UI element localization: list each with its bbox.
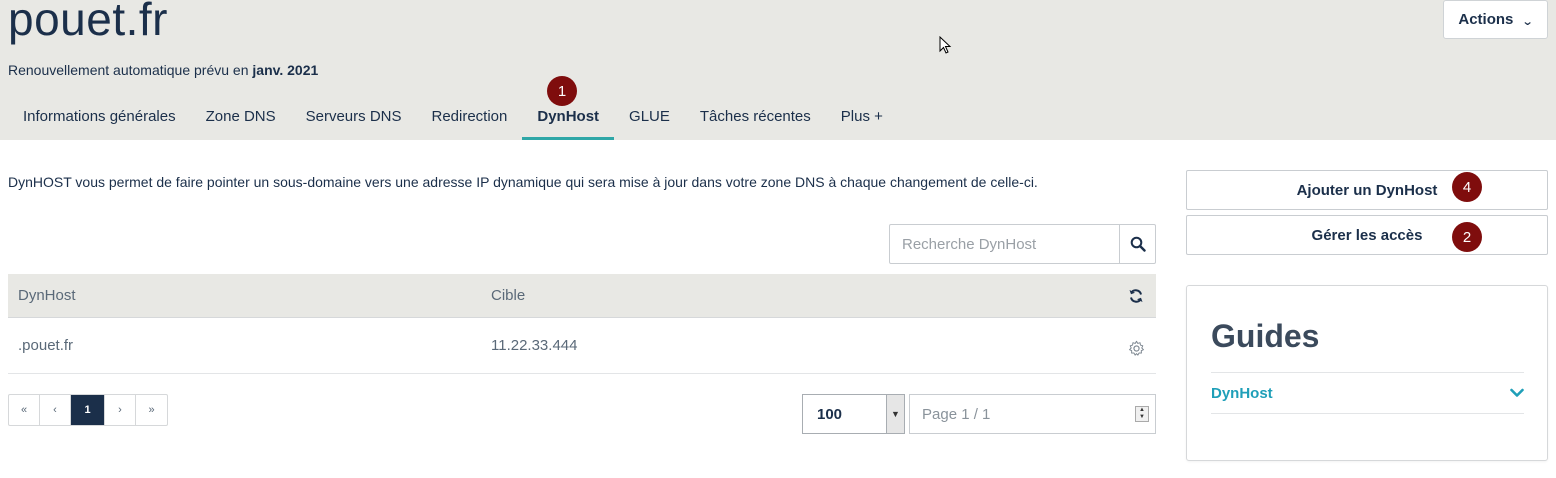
table-header: DynHost Cible [8,274,1156,318]
stepper-down-icon: ▼ [1139,414,1145,420]
tab-more[interactable]: Plus + [826,92,898,140]
add-dynhost-button[interactable]: Ajouter un DynHost [1186,170,1548,210]
items-per-page-select[interactable]: 100 ▼ [802,394,905,434]
pagination-prev[interactable]: ‹ [40,395,71,425]
dropdown-arrow-icon: ▼ [886,395,904,433]
page-stepper-icon[interactable]: ▲ ▼ [1135,406,1149,422]
guides-title: Guides [1211,318,1320,354]
guides-panel: Guides DynHost [1186,285,1548,461]
refresh-icon [1129,288,1143,303]
search-input[interactable] [890,225,1119,263]
cell-dynhost: .pouet.fr [18,337,74,354]
step-badge-1: 1 [547,76,577,106]
step-badge-2: 2 [1452,222,1482,252]
pagination-first[interactable]: « [9,395,40,425]
page-title: pouet.fr [8,0,168,45]
divider [1211,372,1524,373]
table-row: .pouet.fr 11.22.33.444 [8,318,1156,374]
dynhost-table: DynHost Cible .pouet.fr 11.22.33.444 [8,274,1156,374]
column-header-cible[interactable]: Cible [491,287,1116,304]
tab-redirection[interactable]: Redirection [416,92,522,140]
actions-button[interactable]: Actions ⌄ [1443,0,1548,39]
pagination: « ‹ 1 › » [8,394,168,426]
chevron-down-icon [1510,388,1524,397]
items-per-page-value: 100 [817,405,843,423]
guide-item-label: DynHost [1211,384,1273,402]
mouse-cursor-icon [939,36,952,54]
domain-header: pouet.fr Renouvellement automatique prév… [0,0,1556,140]
search-icon [1130,236,1146,252]
renewal-prefix: Renouvellement automatique prévu en [8,62,253,78]
cell-cible: 11.22.33.444 [491,337,578,354]
dynhost-description: DynHOST vous permet de faire pointer un … [8,174,1038,190]
tab-glue[interactable]: GLUE [614,92,685,140]
divider [1211,413,1524,414]
search-button[interactable] [1119,225,1155,263]
step-badge-4: 4 [1452,172,1482,202]
page-info: Page 1 / 1 [922,405,991,423]
stepper-up-icon: ▲ [1139,407,1145,413]
pagination-next[interactable]: › [105,395,136,425]
tab-dns-zone[interactable]: Zone DNS [191,92,291,140]
chevron-down-icon: ⌄ [1522,15,1534,28]
dynhost-search [889,224,1156,264]
manage-access-button[interactable]: Gérer les accès [1186,215,1548,255]
tab-dns-servers[interactable]: Serveurs DNS [291,92,417,140]
renewal-date: janv. 2021 [252,62,319,78]
tab-bar: Informations générales Zone DNS Serveurs… [8,92,898,140]
actions-label: Actions [1458,11,1514,28]
column-header-dynhost[interactable]: DynHost [8,287,491,304]
pagination-last[interactable]: » [136,395,167,425]
tab-general-info[interactable]: Informations générales [8,92,191,140]
gear-icon [1128,340,1144,356]
refresh-button[interactable] [1116,288,1156,304]
page-number-input[interactable]: Page 1 / 1 ▲ ▼ [909,394,1156,434]
renewal-info: Renouvellement automatique prévu en janv… [8,62,318,78]
guide-item-dynhost[interactable]: DynHost [1211,374,1524,412]
pagination-page-current[interactable]: 1 [71,395,105,425]
tab-recent-tasks[interactable]: Tâches récentes [685,92,826,140]
row-settings-button[interactable] [1116,334,1156,357]
